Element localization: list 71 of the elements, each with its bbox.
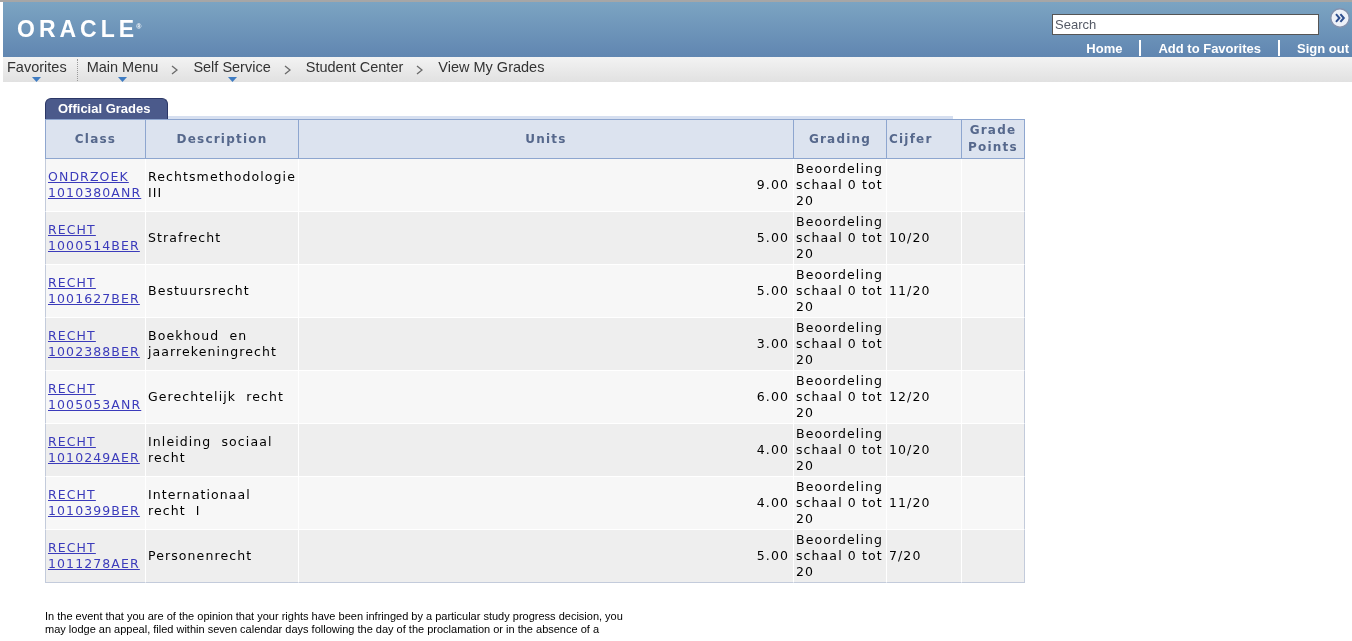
- table-cell: 5.00: [298, 265, 794, 318]
- double-chevron-icon[interactable]: [1330, 8, 1350, 28]
- table-cell: Beoordeling schaal 0 tot 20: [794, 530, 887, 583]
- column-header: Class: [45, 119, 146, 159]
- table-cell: [962, 318, 1025, 371]
- table-cell: Beoordeling schaal 0 tot 20: [794, 477, 887, 530]
- table-cell: [962, 530, 1025, 583]
- nav-link[interactable]: Student Center: [305, 59, 404, 76]
- chevron-icon: [416, 65, 424, 75]
- table-cell: 9.00: [298, 159, 794, 212]
- column-header: Description: [146, 119, 299, 159]
- nav-link[interactable]: Main Menu: [86, 59, 159, 82]
- table-cell: [962, 477, 1025, 530]
- nav-link[interactable]: Favorites: [7, 59, 67, 82]
- table-cell: [962, 159, 1025, 212]
- table-cell: Boekhoud en jaarrekeningrecht: [146, 318, 299, 371]
- tab[interactable]: Official Grades: [45, 98, 169, 119]
- table-cell: Beoordeling schaal 0 tot 20: [794, 318, 887, 371]
- column-header: Units: [298, 119, 794, 159]
- table-cell: Beoordeling schaal 0 tot 20: [794, 371, 887, 424]
- header-link[interactable]: Home: [1086, 40, 1123, 56]
- table-cell: Beoordeling schaal 0 tot 20: [794, 424, 887, 477]
- table-cell: Internationaal recht I: [146, 477, 299, 530]
- class-link[interactable]: ONDRZOEK 1010380ANR: [48, 169, 143, 201]
- table-cell: Gerechtelijk recht: [146, 371, 299, 424]
- table-cell: 5.00: [298, 212, 794, 265]
- table-cell: 7/20: [887, 530, 962, 583]
- header-link[interactable]: Sign out: [1297, 40, 1349, 56]
- table-cell: [962, 265, 1025, 318]
- table-cell: [962, 212, 1025, 265]
- notice-text: In the event that you are of the opinion that your rights have been infringed by a particular study progress decision, you may lodge an appeal, filed within seven calendar days following the day of the proclamation or in the absence of a: [45, 610, 624, 636]
- class-link[interactable]: RECHT 1002388BER: [48, 328, 143, 360]
- table-cell: 5.00: [298, 530, 794, 583]
- table-cell: 10/20: [887, 212, 962, 265]
- table-cell: 4.00: [298, 424, 794, 477]
- header-link[interactable]: Add to Favorites: [1158, 40, 1261, 56]
- table-cell: [962, 371, 1025, 424]
- nav-link[interactable]: View My Grades: [438, 59, 545, 76]
- table-cell: 11/20: [887, 265, 962, 318]
- class-link[interactable]: RECHT 1011278AER: [48, 540, 143, 572]
- table-cell: Rechtsmethodologie III: [146, 159, 299, 212]
- table-cell: 6.00: [298, 371, 794, 424]
- table-cell: Beoordeling schaal 0 tot 20: [794, 159, 887, 212]
- class-link[interactable]: RECHT 1000514BER: [48, 222, 143, 254]
- table-cell: Beoordeling schaal 0 tot 20: [794, 212, 887, 265]
- table-cell: 12/20: [887, 371, 962, 424]
- class-link[interactable]: RECHT 1001627BER: [48, 275, 143, 307]
- table-cell: 10/20: [887, 424, 962, 477]
- table-cell: 3.00: [298, 318, 794, 371]
- chevron-icon: [171, 65, 179, 75]
- table-cell: Beoordeling schaal 0 tot 20: [794, 265, 887, 318]
- table-cell: 11/20: [887, 477, 962, 530]
- class-link[interactable]: RECHT 1010399BER: [48, 487, 143, 519]
- table-cell: [962, 424, 1025, 477]
- table-cell: 4.00: [298, 477, 794, 530]
- class-link[interactable]: RECHT 1010249AER: [48, 434, 143, 466]
- caret-icon: [227, 77, 237, 82]
- column-header: Grade Points: [962, 119, 1025, 159]
- table-cell: Personenrecht: [146, 530, 299, 583]
- column-header: Cijfer: [887, 119, 962, 159]
- logo: ORACLE$^{®}$: [17, 17, 142, 41]
- caret-icon: [32, 77, 42, 82]
- nav-link[interactable]: Self Service: [193, 59, 271, 82]
- table-cell: Inleiding sociaal recht: [146, 424, 299, 477]
- search-field[interactable]: Search: [1052, 14, 1319, 35]
- column-header: Grading: [794, 119, 887, 159]
- chevron-icon: [283, 65, 291, 75]
- caret-icon: [118, 77, 127, 82]
- table-cell: Strafrecht: [146, 212, 299, 265]
- table-cell: Bestuursrecht: [146, 265, 299, 318]
- class-link[interactable]: RECHT 1005053ANR: [48, 381, 143, 413]
